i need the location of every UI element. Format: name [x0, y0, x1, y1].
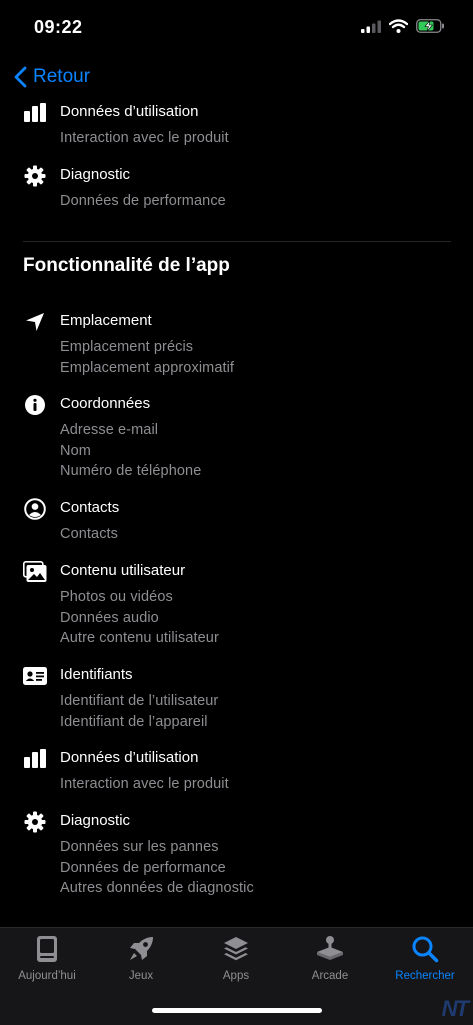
tab-apps[interactable]: Apps [189, 934, 283, 998]
category-item: Autre contenu utilisateur [60, 630, 219, 646]
cellular-signal-icon [361, 20, 381, 33]
category-item: Emplacement approximatif [60, 359, 235, 376]
category-title: Emplacement [60, 312, 152, 329]
nav-bar: Retour [0, 60, 473, 100]
tab-search[interactable]: Rechercher [378, 934, 472, 998]
category-title: Diagnostic [60, 812, 131, 829]
category-item: Emplacement précis [60, 339, 194, 355]
watermark-logo: NT [441, 996, 469, 1021]
category-title: Données d’utilisation [60, 749, 199, 766]
search-icon [410, 934, 440, 964]
location-arrow-icon [23, 310, 47, 334]
category-item: Données de performance [60, 193, 226, 209]
tab-today[interactable]: Aujourd’hui [0, 934, 94, 998]
category-item: Nom [60, 442, 91, 459]
photos-icon [23, 560, 47, 584]
rocket-icon [126, 934, 156, 964]
category-item: Données audio [60, 609, 159, 626]
category-item: Identifiant de l’utilisateur [60, 693, 219, 709]
chevron-left-icon [14, 66, 27, 88]
id-card-icon [23, 664, 47, 688]
info-icon [23, 393, 47, 417]
person-circle-icon [23, 497, 47, 521]
status-bar: 09:22 [0, 0, 473, 56]
category-item: Identifiant de l’appareil [60, 713, 208, 730]
category-item: Interaction avec le produit [60, 776, 229, 792]
today-icon [32, 934, 62, 964]
category-title: Identifiants [60, 666, 133, 683]
tab-games[interactable]: Jeux [94, 934, 188, 998]
bar-chart-icon [23, 747, 47, 771]
gear-icon [23, 810, 47, 834]
category-title: Données d’utilisation [60, 103, 199, 120]
category-title: Coordonnées [60, 395, 151, 412]
status-time: 09:22 [34, 17, 83, 37]
back-label: Retour [33, 66, 91, 87]
home-indicator[interactable] [152, 1008, 322, 1013]
category-item: Interaction avec le produit [60, 130, 229, 146]
category-item: Contacts [60, 526, 119, 542]
tab-label: Arcade [311, 970, 349, 982]
tab-label: Apps [222, 970, 250, 982]
category-item: Photos ou vidéos [60, 589, 173, 605]
category-title: Contacts [60, 499, 120, 516]
category-item: Données sur les pannes [60, 839, 219, 855]
privacy-content[interactable]: Données d’utilisation Interaction avec l… [0, 98, 473, 926]
status-icons [361, 19, 445, 33]
gear-icon [23, 164, 47, 188]
apps-stack-icon [221, 934, 251, 964]
joystick-icon [315, 934, 345, 964]
category-title: Contenu utilisateur [60, 562, 186, 579]
section-title: Fonctionnalité de l’app [23, 255, 230, 276]
battery-charging-icon [416, 19, 444, 33]
category-title: Diagnostic [60, 166, 131, 183]
tab-label: Aujourd’hui [18, 970, 76, 982]
category-item: Numéro de téléphone [60, 463, 202, 479]
category-item: Données de performance [60, 859, 226, 876]
tab-arcade[interactable]: Arcade [283, 934, 377, 998]
category-item: Autres données de diagnostic [60, 880, 254, 896]
tab-label: Rechercher [395, 970, 455, 982]
category-item: Adresse e-mail [60, 422, 159, 438]
section-divider [23, 241, 451, 242]
wifi-icon [389, 19, 408, 33]
back-button[interactable]: Retour [14, 66, 90, 88]
tab-label: Jeux [128, 970, 154, 982]
bar-chart-icon [23, 101, 47, 125]
